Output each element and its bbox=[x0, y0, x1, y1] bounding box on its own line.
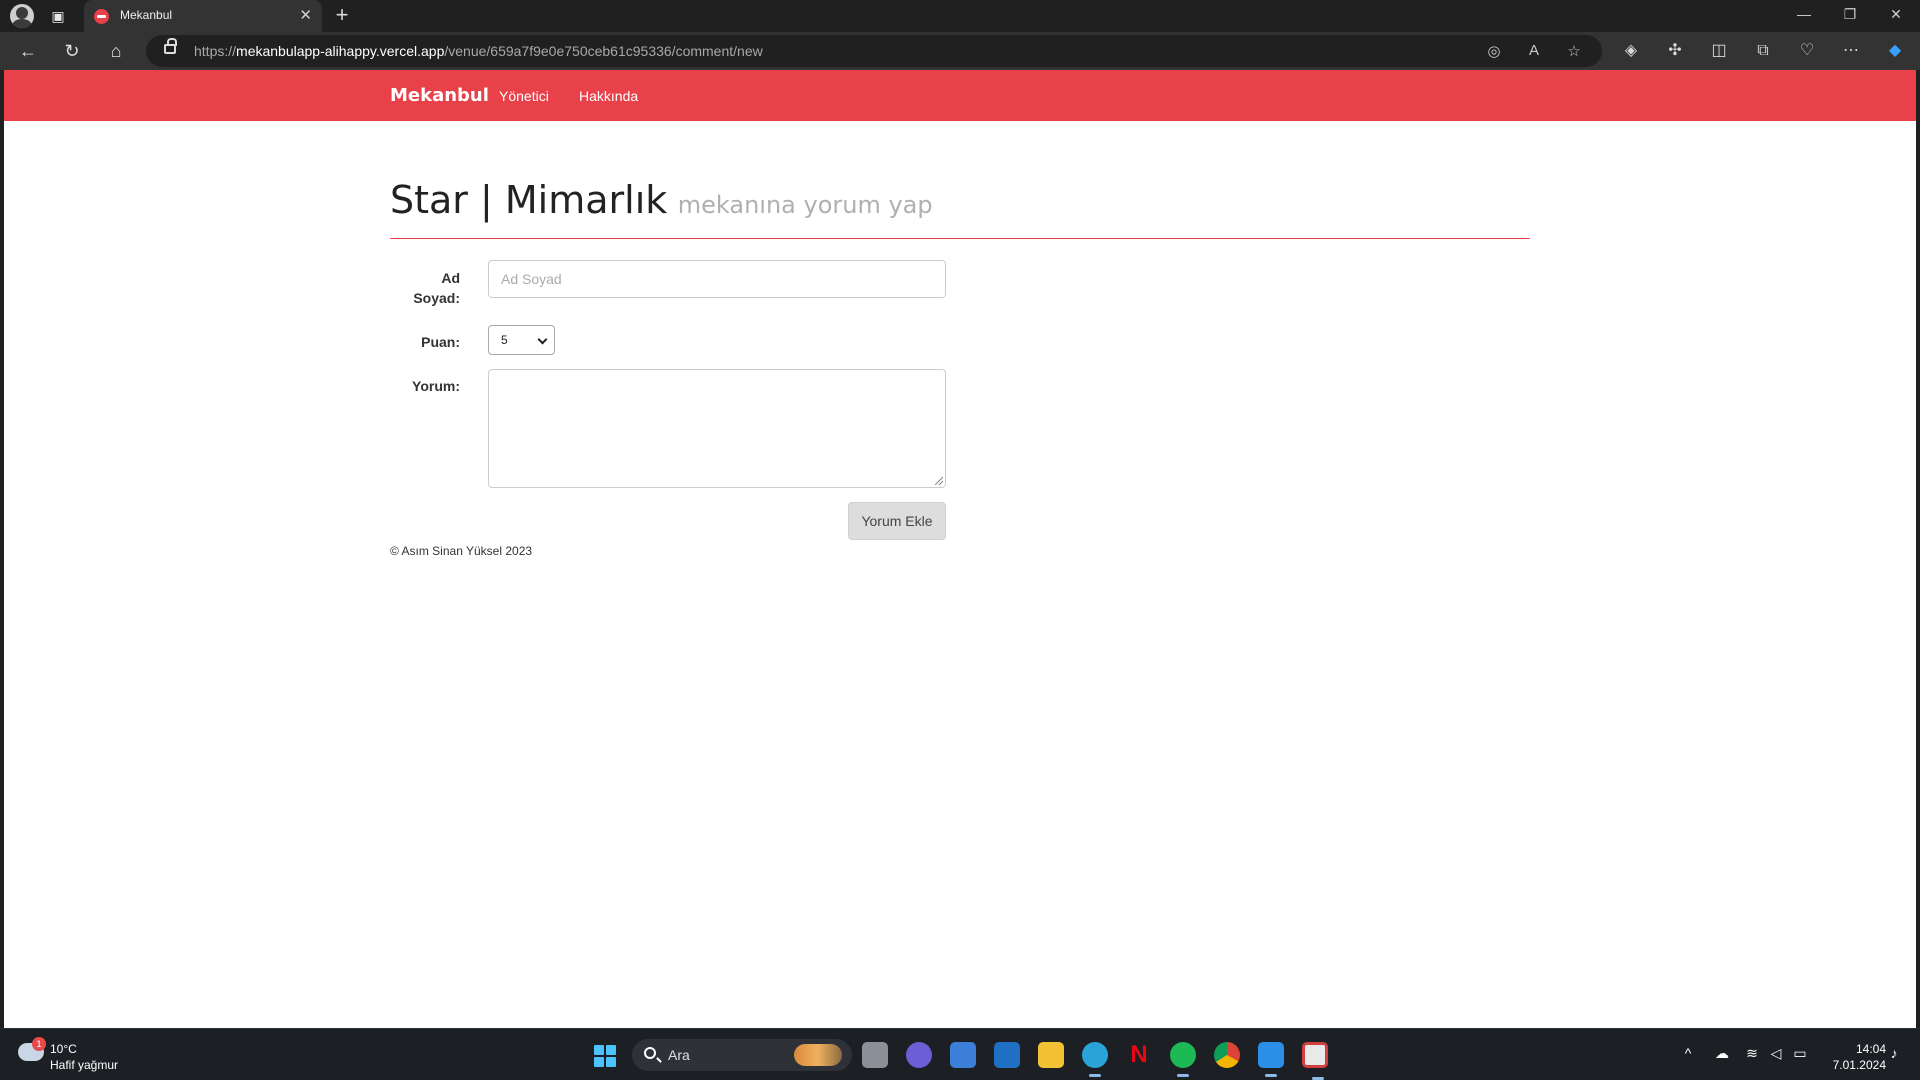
weather-description[interactable]: Hafif yağmur bbox=[50, 1058, 118, 1072]
file-explorer-icon[interactable] bbox=[1038, 1042, 1064, 1068]
extensions-puzzle-icon[interactable]: ✣ bbox=[1664, 41, 1686, 61]
search-text: Ara bbox=[668, 1047, 690, 1063]
onedrive-cloud-icon[interactable]: ☁ bbox=[1712, 1045, 1732, 1062]
taskbar-search[interactable]: Ara bbox=[632, 1039, 852, 1071]
notification-bell-icon[interactable]: ♪ bbox=[1884, 1045, 1904, 1061]
search-highlight-icon bbox=[794, 1044, 842, 1066]
chevron-up-icon[interactable]: ^ bbox=[1678, 1045, 1698, 1061]
home-icon[interactable]: ⌂ bbox=[104, 40, 128, 62]
comment-label: Yorum: bbox=[412, 378, 460, 394]
windows-taskbar: 1 10°C Hafif yağmur Ara N ^ ☁ ≋ ◁ ▭ 14:0… bbox=[0, 1028, 1920, 1080]
browser-toolbar: ← ↻ ⌂ https://mekanbulapp-alihappy.verce… bbox=[0, 32, 1920, 70]
window-edge bbox=[1916, 70, 1920, 1028]
page-title: Star | Mimarlık mekanına yorum yap bbox=[390, 178, 933, 222]
browser-tab[interactable]: Mekanbul ✕ bbox=[84, 0, 322, 32]
tab-title: Mekanbul bbox=[120, 8, 173, 22]
name-label: Ad Soyad: bbox=[413, 270, 460, 306]
extension-badge-icon[interactable]: ◈ bbox=[1620, 41, 1642, 61]
rating-label: Puan: bbox=[421, 334, 460, 350]
name-input[interactable] bbox=[488, 260, 946, 298]
nav-link-hakkinda[interactable]: Hakkında bbox=[579, 88, 638, 104]
chrome-icon[interactable] bbox=[1214, 1042, 1240, 1068]
weather-temperature[interactable]: 10°C bbox=[50, 1042, 77, 1056]
site-navbar: Mekanbul Yönetici Hakkında bbox=[4, 70, 1916, 121]
split-screen-icon[interactable]: ◫ bbox=[1708, 41, 1730, 61]
venue-name: Star | Mimarlık bbox=[390, 178, 668, 222]
close-tab-icon[interactable]: ✕ bbox=[299, 6, 312, 26]
lock-icon[interactable] bbox=[164, 38, 177, 54]
microsoft-store-icon[interactable] bbox=[950, 1042, 976, 1068]
title-divider bbox=[390, 238, 1530, 239]
read-aloud-icon[interactable]: A bbox=[1524, 42, 1544, 60]
minimize-icon[interactable]: — bbox=[1794, 6, 1814, 22]
snipping-tool-icon[interactable] bbox=[1302, 1042, 1328, 1080]
clock-date[interactable]: 7.01.2024 bbox=[1826, 1058, 1886, 1072]
nav-link-yonetici[interactable]: Yönetici bbox=[499, 88, 549, 104]
comment-textarea[interactable] bbox=[488, 369, 946, 488]
restore-icon[interactable]: ❐ bbox=[1840, 6, 1860, 23]
page-subtitle: mekanına yorum yap bbox=[677, 191, 933, 219]
vscode-icon[interactable] bbox=[1258, 1042, 1284, 1077]
back-arrow-icon[interactable]: ← bbox=[16, 40, 40, 62]
new-tab-icon[interactable]: + bbox=[330, 4, 354, 28]
search-icon bbox=[644, 1047, 656, 1059]
edge-browser-icon[interactable] bbox=[1082, 1042, 1108, 1077]
spotify-icon[interactable] bbox=[1170, 1042, 1196, 1077]
footer-copyright: © Asım Sinan Yüksel 2023 bbox=[390, 544, 533, 558]
resize-handle-icon[interactable] bbox=[935, 477, 943, 485]
rating-value: 5 bbox=[501, 333, 508, 347]
refresh-icon[interactable]: ↻ bbox=[60, 40, 84, 62]
address-bar[interactable]: https://mekanbulapp-alihappy.vercel.app/… bbox=[146, 35, 1602, 67]
site-favicon-icon bbox=[94, 9, 109, 24]
browser-tab-bar: ▣ Mekanbul ✕ + — ❐ ✕ bbox=[0, 0, 1920, 32]
favorite-star-icon[interactable]: ☆ bbox=[1564, 42, 1584, 60]
more-menu-icon[interactable]: ⋯ bbox=[1840, 41, 1862, 61]
clock-time[interactable]: 14:04 bbox=[1838, 1042, 1886, 1056]
outlook-icon[interactable] bbox=[994, 1042, 1020, 1068]
start-windows-icon[interactable] bbox=[594, 1045, 616, 1067]
weather-badge: 1 bbox=[32, 1037, 46, 1051]
battery-icon[interactable]: ▭ bbox=[1790, 1045, 1810, 1062]
wifi-icon[interactable]: ≋ bbox=[1742, 1045, 1762, 1062]
profile-avatar[interactable] bbox=[10, 4, 34, 28]
url-text[interactable]: https://mekanbulapp-alihappy.vercel.app/… bbox=[194, 43, 763, 59]
browser-essentials-icon[interactable]: ♡ bbox=[1796, 41, 1818, 61]
brand-logo[interactable]: Mekanbul bbox=[390, 85, 489, 106]
task-view-icon[interactable] bbox=[862, 1042, 888, 1068]
netflix-icon[interactable]: N bbox=[1126, 1042, 1152, 1068]
teams-chat-icon[interactable] bbox=[906, 1042, 932, 1068]
volume-muted-icon[interactable]: ◁ bbox=[1766, 1045, 1786, 1062]
rating-select[interactable]: 5 bbox=[488, 325, 555, 355]
location-icon[interactable]: ◎ bbox=[1484, 42, 1504, 60]
copilot-icon[interactable]: ◆ bbox=[1884, 41, 1906, 61]
chevron-down-icon bbox=[537, 334, 548, 345]
collections-icon[interactable]: ⧉ bbox=[1752, 41, 1774, 61]
page-viewport: Mekanbul Yönetici Hakkında Star | Mimarl… bbox=[4, 70, 1916, 1028]
tab-actions-icon[interactable]: ▣ bbox=[48, 6, 68, 26]
submit-comment-button[interactable]: Yorum Ekle bbox=[848, 502, 946, 540]
window-close-icon[interactable]: ✕ bbox=[1886, 6, 1906, 23]
